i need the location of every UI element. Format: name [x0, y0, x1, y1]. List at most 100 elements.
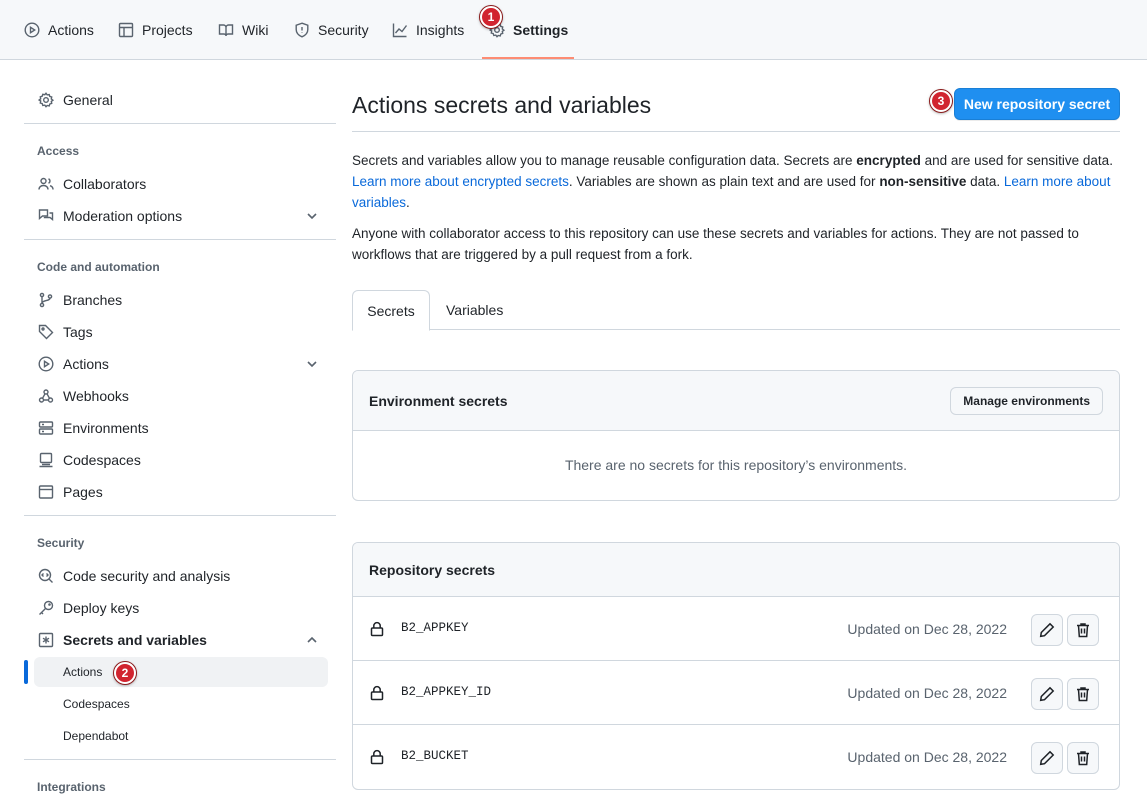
sidebar-item-moderation[interactable]: Moderation options — [24, 200, 336, 232]
desc-text: Secrets and variables allow you to manag… — [352, 153, 857, 168]
sidebar-item-label: Pages — [63, 484, 103, 500]
server-icon — [38, 421, 54, 435]
git-branch-icon — [39, 292, 53, 308]
secrets-variables-tabs: Secrets Variables — [352, 290, 1120, 331]
tab-security-label: Security — [318, 22, 369, 38]
pencil-icon — [1039, 686, 1055, 702]
sidebar-subitem-actions[interactable]: Actions — [34, 657, 328, 687]
tab-wiki-label: Wiki — [242, 22, 269, 38]
sidebar-item-label: Collaborators — [63, 176, 147, 192]
sidebar-subitem-codespaces[interactable]: Codespaces — [34, 689, 328, 719]
sidebar-item-environments[interactable]: Environments — [24, 412, 336, 444]
people-icon — [38, 177, 54, 190]
tab-insights[interactable]: Insights — [392, 18, 464, 42]
codescan-icon — [38, 568, 53, 583]
sidebar-item-general[interactable]: General — [24, 84, 336, 116]
step-badge-2: 2 — [114, 662, 136, 684]
lock-icon — [370, 749, 384, 765]
gear-icon — [38, 92, 54, 108]
book-icon — [218, 24, 234, 37]
secret-updated: Updated on Dec 28, 2022 — [847, 685, 1007, 701]
sidebar-item-branches[interactable]: Branches — [24, 284, 336, 316]
step-badge-1: 1 — [480, 6, 502, 28]
sidebar-heading-access: Access — [37, 144, 80, 158]
sidebar-item-actions[interactable]: Actions — [24, 348, 336, 380]
page-title: Actions secrets and variables — [352, 92, 652, 118]
edit-secret-button[interactable] — [1031, 742, 1063, 774]
edit-secret-button[interactable] — [1031, 614, 1063, 646]
sidebar-item-label: Actions — [63, 356, 109, 372]
tab-variables[interactable]: Variables — [446, 290, 503, 330]
delete-secret-button[interactable] — [1067, 742, 1099, 774]
sidebar-item-label: Secrets and variables — [63, 632, 207, 648]
chevron-up-icon — [307, 636, 317, 643]
sidebar-heading-integrations: Integrations — [37, 780, 106, 794]
repo-nav: Actions Projects Wiki Security Insights … — [0, 0, 1147, 60]
sidebar-item-label: Deploy keys — [63, 600, 140, 616]
tab-actions-label: Actions — [48, 22, 94, 38]
repository-secrets-header: Repository secrets — [353, 543, 1119, 597]
trash-icon — [1077, 751, 1089, 766]
tab-projects-label: Projects — [142, 22, 193, 38]
delete-secret-button[interactable] — [1067, 678, 1099, 710]
sidebar-divider — [24, 239, 336, 240]
sidebar-item-deploy-keys[interactable]: Deploy keys — [24, 592, 336, 624]
sidebar-divider — [24, 123, 336, 124]
desc-text: . Variables are shown as plain text and … — [568, 174, 880, 189]
tab-projects[interactable]: Projects — [118, 18, 193, 42]
sidebar-item-pages[interactable]: Pages — [24, 476, 336, 508]
tab-secrets[interactable]: Secrets — [352, 290, 430, 331]
sidebar-item-label: Webhooks — [63, 388, 129, 404]
secret-updated: Updated on Dec 28, 2022 — [847, 621, 1007, 637]
environment-secrets-box: Environment secrets Manage environments … — [352, 370, 1120, 501]
manage-environments-button[interactable]: Manage environments — [950, 387, 1103, 415]
sidebar-item-code-security[interactable]: Code security and analysis — [24, 560, 336, 592]
new-repository-secret-button[interactable]: New repository secret — [954, 88, 1120, 120]
chevron-down-icon — [307, 361, 317, 368]
comment-discussion-icon — [38, 209, 54, 221]
pencil-icon — [1039, 750, 1055, 766]
codespaces-icon — [39, 452, 53, 468]
learn-more-secrets-link[interactable]: Learn more about encrypted secrets — [352, 174, 569, 189]
sidebar-divider — [24, 759, 336, 760]
table-icon — [118, 22, 134, 38]
chevron-down-icon — [307, 213, 317, 220]
trash-icon — [1077, 687, 1089, 702]
secret-row: B2_APPKEY_ID Updated on Dec 28, 2022 — [353, 661, 1119, 725]
secret-row: B2_APPKEY Updated on Dec 28, 2022 — [353, 597, 1119, 661]
edit-secret-button[interactable] — [1031, 678, 1063, 710]
tag-icon — [38, 324, 54, 340]
sidebar-item-collaborators[interactable]: Collaborators — [24, 168, 336, 200]
play-circle-icon — [24, 22, 40, 38]
description-secrets: Secrets and variables allow you to manag… — [352, 150, 1120, 213]
sidebar-item-label: Tags — [63, 324, 93, 340]
tab-security[interactable]: Security — [294, 18, 369, 42]
sidebar-item-label: Environments — [63, 420, 149, 436]
sidebar-item-secrets-variables[interactable]: Secrets and variables — [24, 624, 336, 656]
sidebar-item-label: Branches — [63, 292, 123, 308]
secret-row: B2_BUCKET Updated on Dec 28, 2022 — [353, 725, 1119, 789]
desc-text: . — [406, 195, 410, 210]
description-access: Anyone with collaborator access to this … — [352, 226, 1079, 262]
play-circle-icon — [38, 356, 54, 372]
sidebar-item-codespaces[interactable]: Codespaces — [24, 444, 336, 476]
sidebar-subitem-dependabot[interactable]: Dependabot — [34, 721, 328, 751]
sidebar-item-label: General — [63, 92, 113, 108]
graph-icon — [392, 23, 408, 38]
secret-name: B2_BUCKET — [401, 749, 469, 763]
browser-icon — [38, 485, 54, 499]
sidebar-item-tags[interactable]: Tags — [24, 316, 336, 348]
sidebar-item-webhooks[interactable]: Webhooks — [24, 380, 336, 412]
delete-secret-button[interactable] — [1067, 614, 1099, 646]
webhook-icon — [38, 389, 54, 403]
environment-secrets-header: Environment secrets Manage environments — [353, 371, 1119, 431]
tab-wiki[interactable]: Wiki — [218, 18, 268, 42]
trash-icon — [1077, 623, 1089, 638]
shield-icon — [295, 22, 309, 38]
tab-insights-label: Insights — [416, 22, 465, 38]
sidebar-subitem-label: Codespaces — [63, 697, 130, 711]
sidebar-heading-code-automation: Code and automation — [37, 260, 160, 274]
pencil-icon — [1039, 622, 1055, 638]
tab-actions[interactable]: Actions — [24, 18, 94, 42]
key-icon — [39, 600, 54, 615]
